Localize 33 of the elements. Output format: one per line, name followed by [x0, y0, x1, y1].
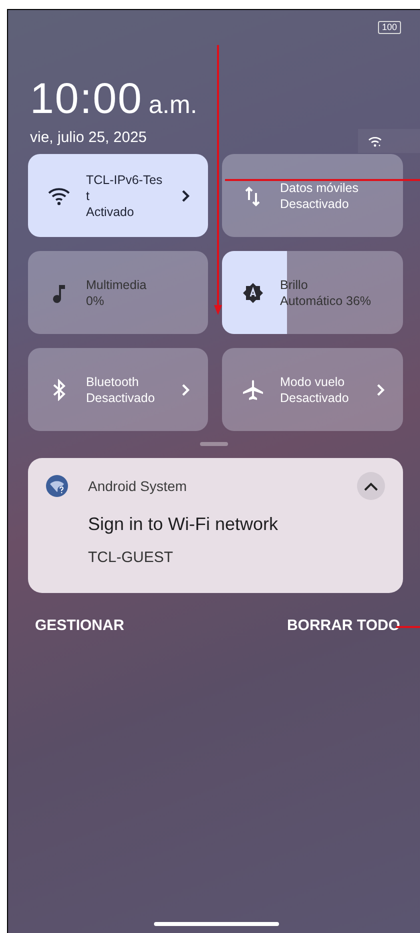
quick-settings-tile[interactable]: TCL-IPv6-Tes t Activado — [28, 154, 208, 237]
tile-status: Desactivado — [280, 390, 350, 406]
chevron-up-icon — [364, 482, 378, 490]
action-button[interactable]: GESTIONAR — [35, 617, 124, 634]
wifi-signal-icon — [368, 135, 382, 147]
airplane-icon — [242, 378, 264, 400]
tile-title: TCL-IPv6-Tes t — [86, 172, 164, 204]
tile-title: Datos móviles — [280, 180, 360, 196]
date-text: vie, julio 25, 2025 — [30, 129, 148, 146]
tile-status: Desactivado — [280, 196, 350, 212]
battery-icon: 100 — [378, 20, 401, 34]
collapse-button[interactable] — [357, 472, 385, 500]
quick-settings-tile[interactable]: Datos móviles Desactivado — [222, 154, 403, 237]
tile-status: Activado — [86, 204, 135, 220]
tile-title: Modo vuelo — [280, 374, 346, 390]
app-name: Android System — [88, 478, 188, 494]
notification-text: TCL-GUEST — [88, 549, 174, 566]
clock-period: a.m. — [148, 91, 198, 120]
app-icon — [46, 475, 68, 497]
drag-handle[interactable] — [200, 442, 228, 446]
notification-title: Sign in to Wi-Fi network — [88, 514, 280, 535]
notification-card[interactable]: Android System Sign in to Wi-Fi network TCL-GUEST — [28, 458, 403, 593]
quick-settings-tile[interactable]: Bluetooth Desactivado — [28, 348, 208, 431]
tile-title: Bluetooth — [86, 374, 140, 390]
action-button[interactable]: BORRAR TODO — [286, 617, 400, 634]
clock-time: 10:00 — [30, 77, 143, 121]
annotation-line — [396, 626, 420, 628]
quick-settings-tile[interactable]: Modo vuelo Desactivado — [222, 348, 403, 431]
tile-title: Multimedia — [86, 276, 148, 292]
tile-status: 0% — [86, 292, 106, 308]
quick-settings-tile[interactable]: Multimedia 0% — [28, 251, 208, 334]
brightness-icon — [242, 282, 264, 304]
tile-status: Desactivado — [86, 390, 156, 406]
